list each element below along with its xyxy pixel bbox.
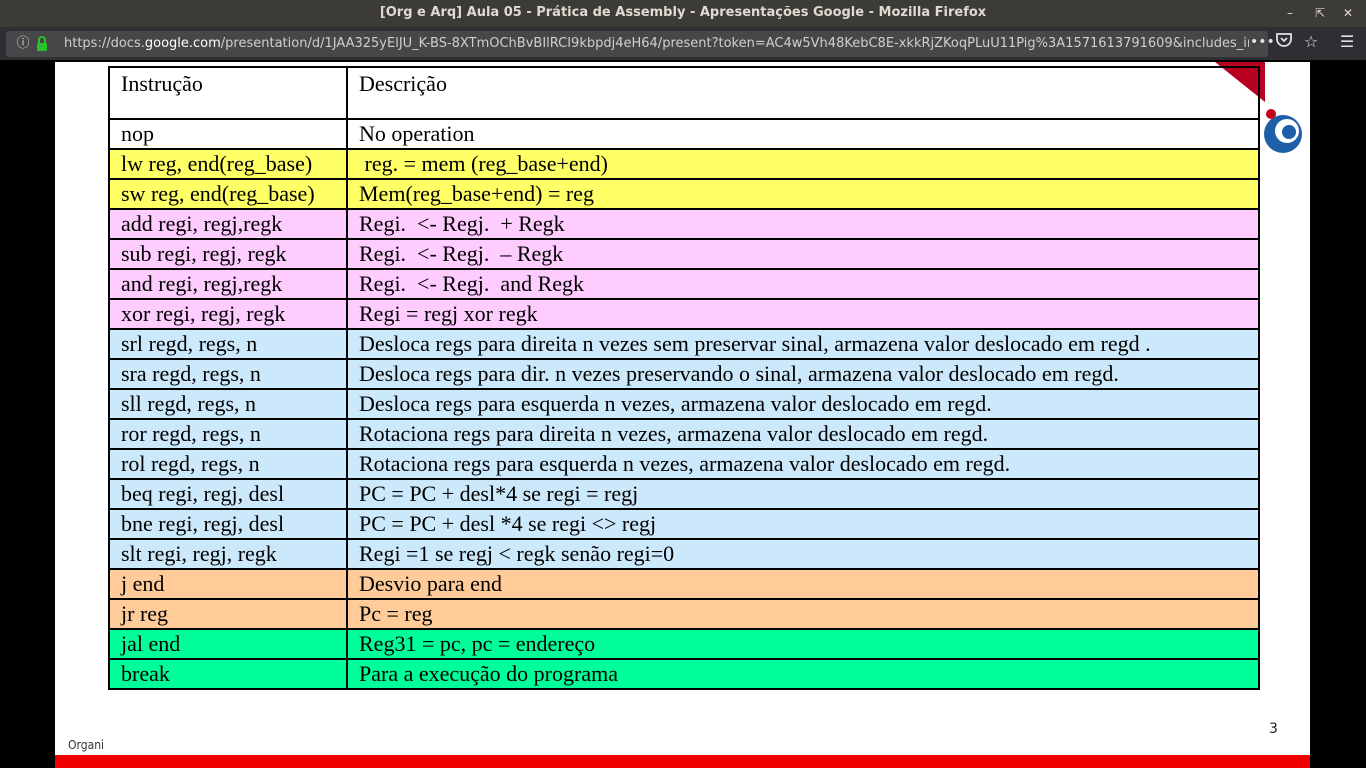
restore-icon[interactable]: ⇱: [1311, 4, 1329, 22]
instruction-cell: jal end: [108, 628, 348, 660]
instruction-cell: sw reg, end(reg_base): [108, 178, 348, 210]
url-prefix: https://docs.: [64, 36, 145, 51]
instruction-cell: sub regi, regj, regk: [108, 238, 348, 270]
table-row: break Para a execução do programa: [108, 658, 1260, 690]
table-row: sw reg, end(reg_base) Mem(reg_base+end) =…: [108, 178, 1260, 210]
description-cell: PC = PC + desl*4 se regi = regj: [346, 478, 1260, 510]
instruction-cell: slt regi, regj, regk: [108, 538, 348, 570]
instruction-cell: nop: [108, 118, 348, 150]
table-row: sub regi, regj, regk Regi. <- Regj. – Reg…: [108, 238, 1260, 270]
description-cell: Regi. <- Regj. – Regk: [346, 238, 1260, 270]
table-row: rol regd, regs, n Rotaciona regs para esq…: [108, 448, 1260, 480]
window-titlebar: [Org e Arq] Aula 05 - Prática de Assembl…: [0, 0, 1366, 27]
instruction-cell: break: [108, 658, 348, 690]
info-icon[interactable]: ⓘ: [14, 35, 32, 53]
instruction-cell: add regi, regj,regk: [108, 208, 348, 240]
description-cell: Rotaciona regs para esquerda n vezes, ar…: [346, 448, 1260, 480]
url-host: google.com: [144, 36, 221, 51]
description-cell: Regi =1 se regj < regk senão regi=0: [346, 538, 1260, 570]
table-row: nop No operation: [108, 118, 1260, 150]
instruction-cell: ror regd, regs, n: [108, 418, 348, 450]
table-row: slt regi, regj, regk Regi =1 se regj < re…: [108, 538, 1260, 570]
presentation-slide: Instrução Descrição nop No operation lw re…: [55, 62, 1310, 768]
instruction-cell: sra regd, regs, n: [108, 358, 348, 390]
table-row: bne regi, regj, desl PC = PC + desl *4 se…: [108, 508, 1260, 540]
instruction-cell: j end: [108, 568, 348, 600]
table-row: xor regi, regj, regk Regi = regj xor regk: [108, 298, 1260, 330]
description-cell: Pc = reg: [346, 598, 1260, 630]
instruction-cell: bne regi, regj, desl: [108, 508, 348, 540]
url-text[interactable]: https://docs.google.com/presentation/d/1…: [64, 35, 1249, 53]
table-row: ror regd, regs, n Rotaciona regs para dir…: [108, 418, 1260, 450]
description-cell: Mem(reg_base+end) = reg: [346, 178, 1260, 210]
instruction-cell: sll regd, regs, n: [108, 388, 348, 420]
more-dots-icon[interactable]: •••: [1250, 34, 1275, 50]
description-cell: Regi = regj xor regk: [346, 298, 1260, 330]
table-row: j end Desvio para end: [108, 568, 1260, 600]
instruction-table: Instrução Descrição nop No operation lw re…: [108, 66, 1260, 690]
description-cell: PC = PC + desl *4 se regi <> regj: [346, 508, 1260, 540]
minimize-icon[interactable]: –: [1281, 4, 1299, 22]
description-cell: No operation: [346, 118, 1260, 150]
description-cell: Desloca regs para direita n vezes sem pr…: [346, 328, 1260, 360]
instruction-cell: xor regi, regj, regk: [108, 298, 348, 330]
slide-page-number: 3: [1269, 721, 1278, 737]
description-cell: Reg31 = pc, pc = endereço: [346, 628, 1260, 660]
university-logo-icon: [1264, 109, 1302, 153]
table-row: beq regi, regj, desl PC = PC + desl*4 se …: [108, 478, 1260, 510]
description-cell: Desvio para end: [346, 568, 1260, 600]
browser-navbar: ⓘ https://docs.google.com/presentation/d…: [0, 27, 1366, 60]
table-row: srl regd, regs, n Desloca regs para direi…: [108, 328, 1260, 360]
window-title: [Org e Arq] Aula 05 - Prática de Assembl…: [379, 5, 987, 20]
description-cell: Desloca regs para esquerda n vezes, arma…: [346, 388, 1260, 420]
lock-icon[interactable]: [34, 35, 50, 53]
footer-red-bar: [55, 755, 1310, 768]
table-row: add regi, regj,regk Regi. <- Regj. + Regk: [108, 208, 1260, 240]
table-row: sra regd, regs, n Desloca regs para dir. …: [108, 358, 1260, 390]
description-cell: Regi. <- Regj. and Regk: [346, 268, 1260, 300]
description-cell: Desloca regs para dir. n vezes preservan…: [346, 358, 1260, 390]
instruction-cell: lw reg, end(reg_base): [108, 148, 348, 180]
footer-text: Organi: [68, 738, 105, 752]
description-cell: Para a execução do programa: [346, 658, 1260, 690]
hamburger-menu-icon[interactable]: ☰: [1336, 31, 1358, 53]
description-cell: Regi. <- Regj. + Regk: [346, 208, 1260, 240]
url-bar[interactable]: ⓘ https://docs.google.com/presentation/d…: [6, 31, 1275, 57]
bookmark-star-icon[interactable]: ☆: [1300, 31, 1322, 53]
description-cell: reg. = mem (reg_base+end): [346, 148, 1260, 180]
close-icon[interactable]: ✕: [1339, 4, 1357, 22]
instruction-cell: rol regd, regs, n: [108, 448, 348, 480]
instruction-cell: beq regi, regj, desl: [108, 478, 348, 510]
table-row: sll regd, regs, n Desloca regs para esque…: [108, 388, 1260, 420]
pocket-icon[interactable]: [1273, 31, 1295, 53]
table-row: lw reg, end(reg_base) reg. = mem (reg_ba…: [108, 148, 1260, 180]
header-descricao: Descrição: [346, 66, 1260, 120]
instruction-cell: and regi, regj,regk: [108, 268, 348, 300]
table-row: and regi, regj,regk Regi. <- Regj. and Re…: [108, 268, 1260, 300]
url-rest: /presentation/d/1JAA325yElJU_K-BS-8XTmOC…: [220, 36, 1249, 51]
description-cell: Rotaciona regs para direita n vezes, arm…: [346, 418, 1260, 450]
table-row: jal end Reg31 = pc, pc = endereço: [108, 628, 1260, 660]
instruction-cell: jr reg: [108, 598, 348, 630]
instruction-cell: srl regd, regs, n: [108, 328, 348, 360]
table-row: jr reg Pc = reg: [108, 598, 1260, 630]
header-instrucao: Instrução: [108, 66, 348, 120]
table-header-row: Instrução Descrição: [108, 66, 1260, 120]
